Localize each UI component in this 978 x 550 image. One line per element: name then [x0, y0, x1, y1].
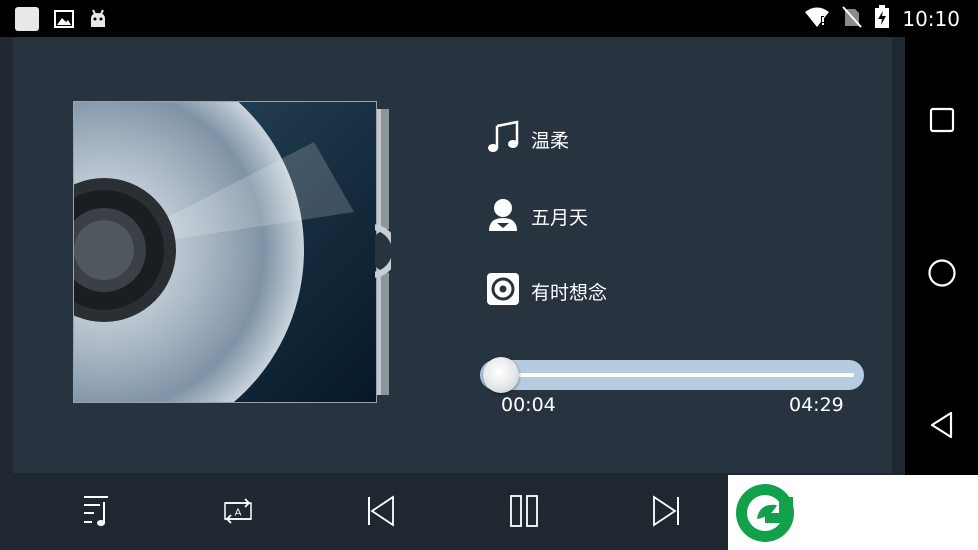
pause-icon — [509, 495, 539, 531]
artist-name: 五月天 — [531, 207, 589, 229]
back-button[interactable] — [925, 410, 959, 444]
android-icon — [88, 9, 108, 33]
recents-button[interactable] — [925, 105, 959, 139]
home-icon — [927, 258, 957, 292]
elapsed-time: 00:04 — [501, 394, 556, 416]
artist-row: 五月天 — [487, 197, 588, 236]
track-title-row: 温柔 — [487, 120, 569, 159]
total-duration: 04:29 — [789, 394, 844, 416]
music-note-icon — [487, 120, 519, 159]
cd-case-spine — [369, 109, 398, 395]
no-sim-icon — [842, 6, 863, 32]
player-panel: 温柔 五月天 有时想念 00:04 04:29 — [13, 37, 892, 473]
progress-knob[interactable] — [483, 357, 519, 393]
home-button[interactable] — [925, 258, 959, 292]
app-square-icon — [14, 6, 40, 36]
back-icon — [929, 411, 955, 443]
skip-previous-icon — [366, 495, 396, 531]
next-button[interactable] — [648, 495, 684, 531]
pause-button[interactable] — [506, 495, 542, 531]
playlist-button[interactable] — [78, 495, 114, 531]
skip-next-icon — [651, 495, 681, 531]
status-bar: 10:10 — [0, 0, 978, 37]
recents-icon — [929, 107, 955, 137]
image-icon — [54, 10, 74, 32]
album-name: 有时想念 — [531, 282, 608, 304]
album-art — [73, 101, 377, 403]
repeat-mode-button[interactable]: A — [220, 495, 256, 531]
wifi-icon — [804, 6, 830, 32]
previous-button[interactable] — [363, 495, 399, 531]
status-clock: 10:10 — [902, 7, 960, 31]
album-disc-icon — [487, 273, 519, 310]
playback-control-bar: A — [0, 475, 728, 550]
track-title: 温柔 — [531, 130, 570, 152]
svg-text:A: A — [235, 508, 242, 519]
logo-area — [728, 475, 978, 550]
green-g-logo-icon — [735, 483, 795, 547]
person-icon — [487, 197, 519, 236]
repeat-a-icon: A — [221, 496, 255, 530]
album-row: 有时想念 — [487, 273, 607, 310]
battery-charging-icon — [874, 5, 890, 33]
playlist-music-icon — [80, 494, 112, 532]
system-nav-bar — [905, 37, 978, 475]
progress-line — [494, 373, 854, 377]
